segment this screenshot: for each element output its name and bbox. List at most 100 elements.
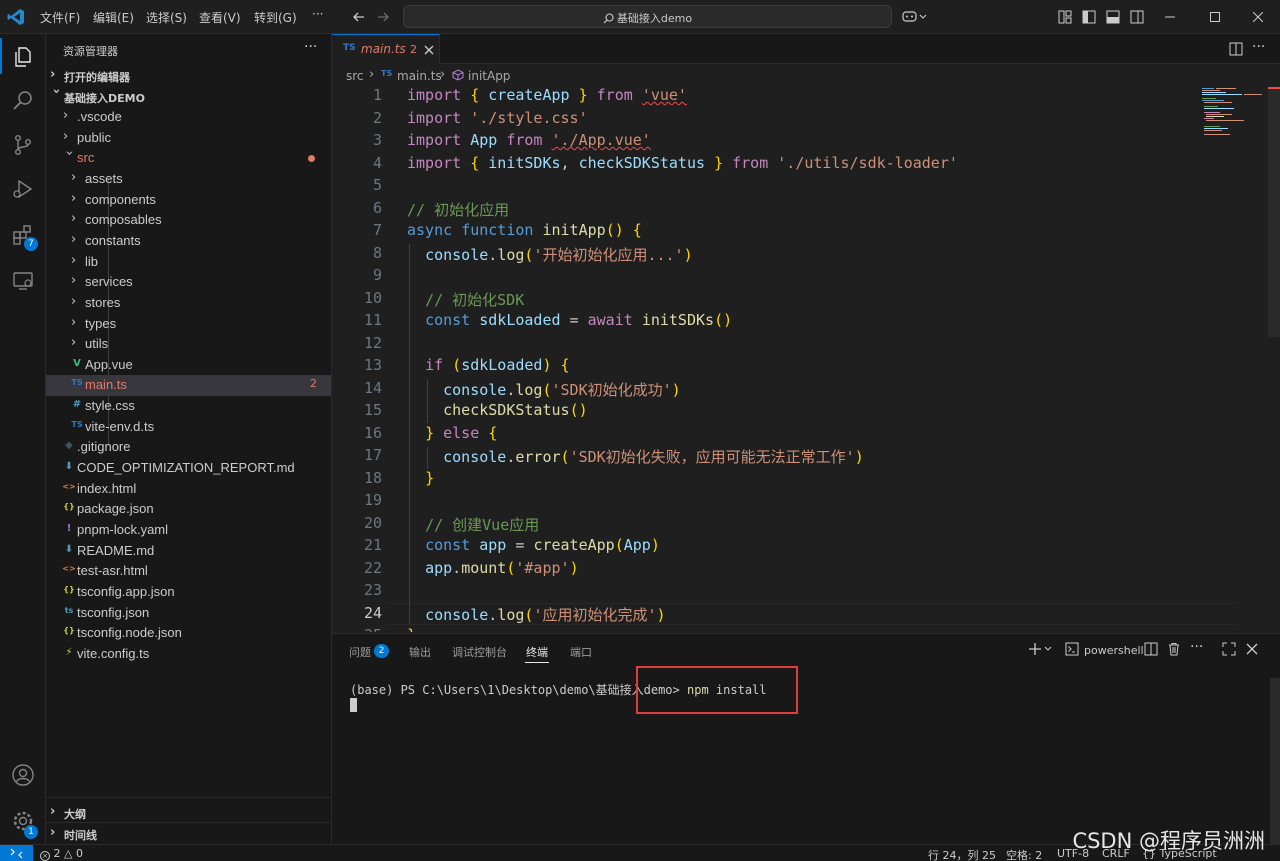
trash-icon[interactable]	[1167, 642, 1181, 656]
file-tree-item[interactable]: {} tsconfig.node.json	[46, 623, 331, 644]
explorer-icon[interactable]	[0, 34, 46, 80]
file-tree-item[interactable]: <> test-asr.html	[46, 561, 331, 582]
chevron-right-icon: ›	[440, 67, 446, 82]
indentation[interactable]: 空格: 2	[1006, 847, 1042, 861]
tab-output[interactable]: 输出	[409, 644, 431, 660]
remote-indicator[interactable]	[0, 845, 33, 861]
file-tree-item[interactable]: › components	[46, 190, 331, 211]
file-tree-item[interactable]: V App.vue	[46, 355, 331, 376]
run-debug-icon[interactable]	[0, 166, 46, 212]
settings-gear-icon[interactable]: 1	[0, 798, 46, 844]
tab-problem-count: 2	[410, 43, 417, 56]
tab-debug-console[interactable]: 调试控制台	[452, 644, 507, 660]
search-view-icon[interactable]	[0, 78, 46, 124]
close-window-button[interactable]	[1238, 0, 1278, 34]
file-tree-item[interactable]: TS vite-env.d.ts	[46, 417, 331, 438]
file-tree-item[interactable]: › lib	[46, 252, 331, 273]
error-marker	[1268, 87, 1280, 89]
forward-arrow-icon[interactable]	[376, 10, 390, 24]
file-tree-item[interactable]: ⬇ README.md	[46, 541, 331, 562]
breadcrumb-src[interactable]: src	[346, 69, 364, 83]
problems-status[interactable]: × 2 △ 0	[40, 847, 83, 861]
chevron-right-icon: ›	[71, 293, 77, 309]
editor-more-actions-icon[interactable]: ···	[1252, 39, 1265, 55]
terminal-scrollbar[interactable]	[1270, 678, 1280, 845]
toggle-sidebar-icon[interactable]	[1082, 10, 1096, 24]
code-line: app.mount('#app')	[425, 558, 579, 577]
open-editors-header[interactable]: › 打开的编辑器	[46, 65, 331, 86]
modified-dot-icon	[308, 155, 315, 163]
code-line: } else {	[425, 423, 498, 442]
line-number: 7	[372, 221, 382, 239]
new-terminal-icon[interactable]	[1028, 642, 1052, 656]
line-number: 6	[372, 198, 382, 217]
file-tree-item-label: CODE_OPTIMIZATION_REPORT.md	[77, 460, 295, 476]
accounts-icon[interactable]	[0, 752, 46, 798]
minimap[interactable]	[1200, 87, 1266, 137]
layout-customize-icon[interactable]	[1058, 10, 1072, 24]
file-tree-item[interactable]: ⚡ vite.config.ts	[46, 644, 331, 665]
command-center-search[interactable]: 基础接入demo	[403, 5, 892, 28]
file-tree-item[interactable]: {} tsconfig.app.json	[46, 582, 331, 603]
file-tree-item[interactable]: TS main.ts 2	[46, 375, 331, 397]
file-tree-item[interactable]: ◆ .gitignore	[46, 437, 331, 458]
file-tree-item[interactable]: › .vscode	[46, 107, 331, 128]
menu-go[interactable]: 转到(G)	[254, 9, 297, 26]
close-tab-icon[interactable]	[424, 45, 434, 55]
file-tree-item[interactable]: › services	[46, 272, 331, 293]
file-tree-item[interactable]: › types	[46, 314, 331, 335]
file-tree-item[interactable]: ⬇ CODE_OPTIMIZATION_REPORT.md	[46, 458, 331, 479]
indent-guide	[427, 379, 428, 423]
menu-edit[interactable]: 编辑(E)	[93, 9, 134, 26]
toggle-panel-icon[interactable]	[1106, 10, 1120, 24]
line-number: 20	[363, 513, 382, 532]
tab-ports[interactable]: 端口	[570, 644, 592, 660]
minimize-button[interactable]	[1150, 0, 1190, 34]
menu-view[interactable]: 查看(V)	[199, 9, 241, 26]
extensions-icon[interactable]: 7	[0, 212, 46, 258]
tab-main-ts[interactable]: TS main.ts 2	[332, 34, 440, 64]
file-tree-item[interactable]: ! pnpm-lock.yaml	[46, 520, 331, 541]
copilot-icon[interactable]	[902, 9, 928, 25]
file-tree-item[interactable]: › composables	[46, 210, 331, 231]
file-tree-item[interactable]: {} package.json	[46, 499, 331, 520]
tab-terminal[interactable]: 终端	[526, 644, 548, 660]
more-actions-icon[interactable]: ···	[304, 39, 317, 55]
file-tree-item[interactable]: › constants	[46, 231, 331, 252]
file-tree-item[interactable]: <> index.html	[46, 479, 331, 500]
menu-selection[interactable]: 选择(S)	[146, 9, 187, 26]
terminal-shell-label[interactable]: powershell	[1084, 644, 1144, 657]
file-tree-item[interactable]: # style.css	[46, 396, 331, 417]
breadcrumb-file[interactable]: main.ts	[397, 69, 442, 83]
timeline-header[interactable]: › 时间线	[46, 823, 331, 844]
menu-more[interactable]: ···	[312, 7, 323, 21]
menu-file[interactable]: 文件(F)	[40, 9, 80, 26]
outline-header[interactable]: › 大纲	[46, 802, 331, 823]
file-tree-item[interactable]: ts tsconfig.json	[46, 603, 331, 624]
file-tree-item[interactable]: › assets	[46, 169, 331, 190]
split-terminal-icon[interactable]	[1144, 642, 1158, 656]
panel-more-icon[interactable]: ···	[1190, 639, 1203, 655]
terminal-cursor	[350, 698, 357, 712]
json-file-icon: {}	[63, 584, 75, 594]
split-editor-icon[interactable]	[1229, 42, 1243, 56]
source-control-icon[interactable]	[0, 122, 46, 168]
toggle-secondary-sidebar-icon[interactable]	[1130, 10, 1144, 24]
maximize-panel-icon[interactable]	[1222, 642, 1236, 656]
vscode-logo-icon	[7, 8, 25, 26]
code-editor[interactable]: 1234567891011121314151617181920212223242…	[332, 87, 1280, 632]
chevron-right-icon: ›	[71, 273, 77, 289]
remote-explorer-icon[interactable]	[0, 258, 46, 304]
project-folder-header[interactable]: › 基础接入DEMO	[46, 86, 331, 107]
close-panel-icon[interactable]	[1246, 643, 1258, 655]
tab-problems[interactable]: 问题	[349, 644, 371, 660]
file-tree-item[interactable]: › public	[46, 128, 331, 149]
file-tree-item[interactable]: › src	[46, 148, 331, 169]
file-tree-item[interactable]: › stores	[46, 293, 331, 314]
file-tree-item[interactable]: › utils	[46, 334, 331, 355]
maximize-button[interactable]	[1195, 0, 1235, 34]
cursor-position[interactable]: 行 24，列 25	[928, 847, 996, 861]
back-arrow-icon[interactable]	[352, 10, 366, 24]
breadcrumb-symbol[interactable]: initApp	[468, 69, 510, 83]
scrollbar-track[interactable]	[1268, 87, 1280, 337]
